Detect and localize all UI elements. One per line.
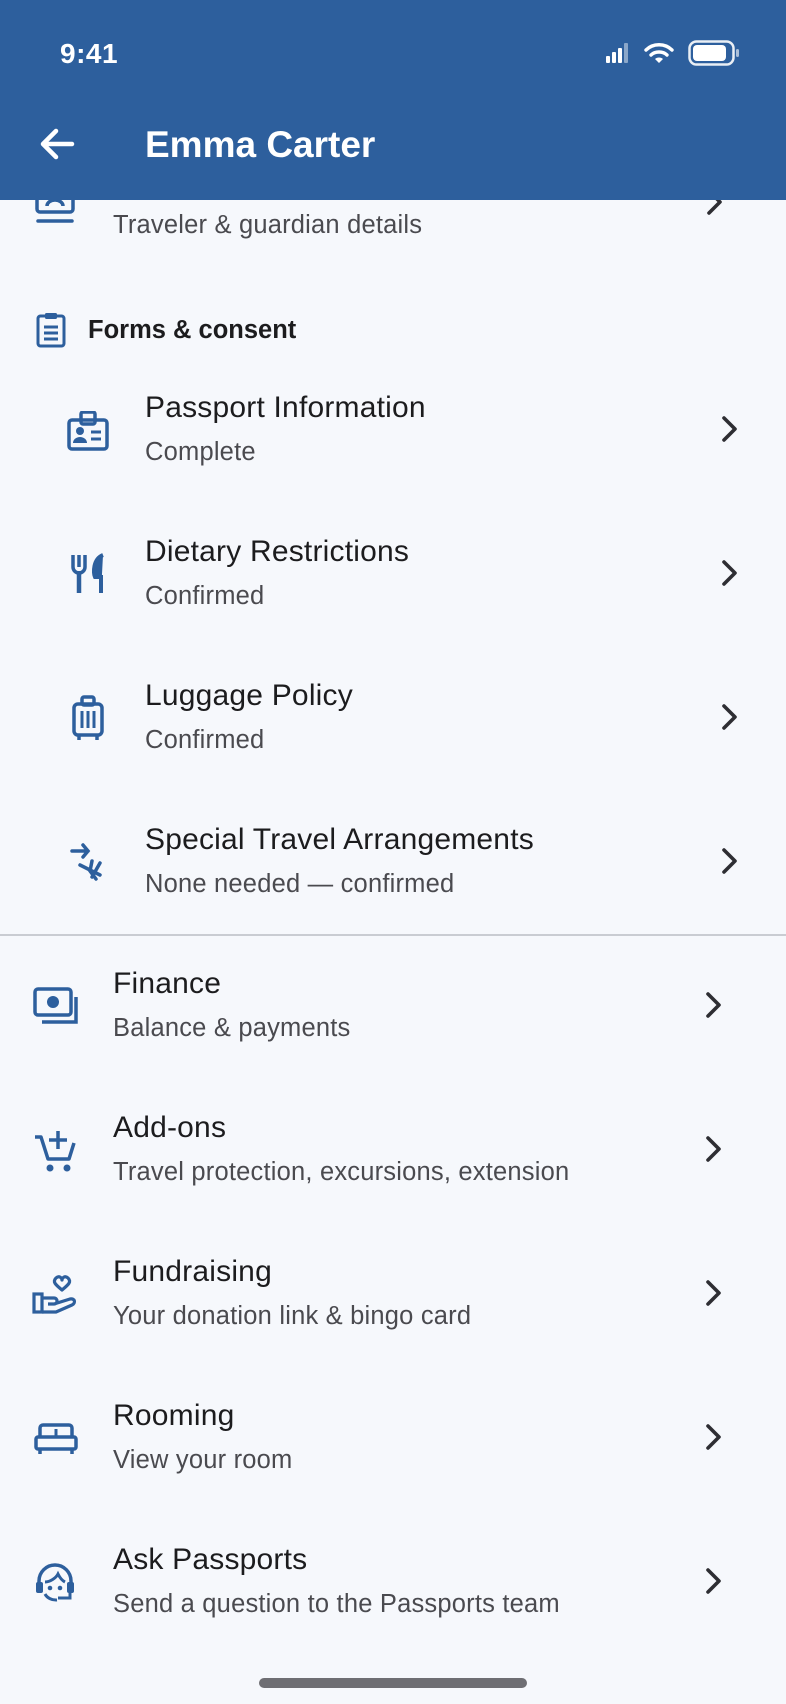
- chevron-right-icon: [706, 1568, 721, 1594]
- chevron-right-icon: [722, 848, 737, 874]
- app-header: 9:41 Emma Carter: [0, 0, 786, 200]
- signal-icon: [606, 43, 628, 63]
- page-title: Emma Carter: [145, 124, 376, 165]
- donation-hand-icon: [32, 1275, 77, 1314]
- forms-section-header: Forms & consent: [36, 310, 296, 350]
- fundraising-item[interactable]: Fundraising Your donation link & bingo c…: [0, 1229, 786, 1359]
- dietary-restrictions-item[interactable]: Dietary Restrictions Confirmed: [0, 509, 786, 639]
- item-label: Finance: [113, 967, 222, 1000]
- item-subtitle: Confirmed: [145, 582, 265, 610]
- battery-icon: [688, 40, 739, 66]
- passport-id-icon: [67, 411, 109, 451]
- item-label: Rooming: [113, 1399, 235, 1432]
- item-subtitle: None needed — confirmed: [145, 870, 455, 898]
- support-agent-icon: [36, 1563, 74, 1602]
- item-label: Fundraising: [113, 1255, 272, 1288]
- traveler-details-subtitle: Traveler & guardian details: [113, 211, 423, 239]
- payments-icon: [33, 987, 78, 1024]
- chevron-right-icon: [706, 992, 721, 1018]
- item-label: Ask Passports: [113, 1543, 308, 1576]
- item-label: Dietary Restrictions: [145, 535, 410, 568]
- item-subtitle: Balance & payments: [113, 1014, 351, 1042]
- wifi-icon: [644, 43, 674, 63]
- item-label: Add-ons: [113, 1111, 227, 1144]
- item-subtitle: Send a question to the Passports team: [113, 1590, 560, 1618]
- chevron-right-icon: [722, 704, 737, 730]
- chevron-right-icon: [706, 1280, 721, 1306]
- item-label: Passport Information: [145, 391, 426, 424]
- item-subtitle: View your room: [113, 1446, 293, 1474]
- ask-passports-item[interactable]: Ask Passports Send a question to the Pas…: [0, 1517, 786, 1647]
- section-heading: Forms & consent: [88, 315, 297, 344]
- passport-information-item[interactable]: Passport Information Complete: [0, 365, 786, 495]
- bed-icon: [34, 1423, 78, 1454]
- section-divider: [0, 934, 786, 936]
- luggage-policy-item[interactable]: Luggage Policy Confirmed: [0, 653, 786, 783]
- add-cart-icon: [35, 1131, 76, 1172]
- flights-icon: [70, 843, 102, 881]
- rooming-item[interactable]: Rooming View your room: [0, 1373, 786, 1503]
- chevron-right-icon: [706, 1136, 721, 1162]
- back-arrow-icon[interactable]: [36, 122, 80, 166]
- item-subtitle: Your donation link & bingo card: [113, 1302, 472, 1330]
- clipboard-icon: [36, 313, 66, 348]
- luggage-icon: [72, 695, 104, 740]
- item-subtitle: Confirmed: [145, 726, 265, 754]
- status-icons: [606, 40, 740, 66]
- home-indicator: [259, 1678, 527, 1688]
- item-subtitle: Travel protection, excursions, extension: [113, 1158, 570, 1186]
- chevron-right-icon: [722, 560, 737, 586]
- item-subtitle: Complete: [145, 438, 256, 466]
- add-ons-item[interactable]: Add-ons Travel protection, excursions, e…: [0, 1085, 786, 1215]
- finance-item[interactable]: Finance Balance & payments: [0, 941, 786, 1071]
- item-label: Luggage Policy: [145, 679, 353, 712]
- special-travel-arrangements-item[interactable]: Special Travel Arrangements None needed …: [0, 797, 786, 927]
- chevron-right-icon: [706, 1424, 721, 1450]
- fork-knife-icon: [71, 553, 104, 593]
- status-time: 9:41: [60, 38, 119, 69]
- item-label: Special Travel Arrangements: [145, 823, 534, 856]
- chevron-right-icon: [722, 416, 737, 442]
